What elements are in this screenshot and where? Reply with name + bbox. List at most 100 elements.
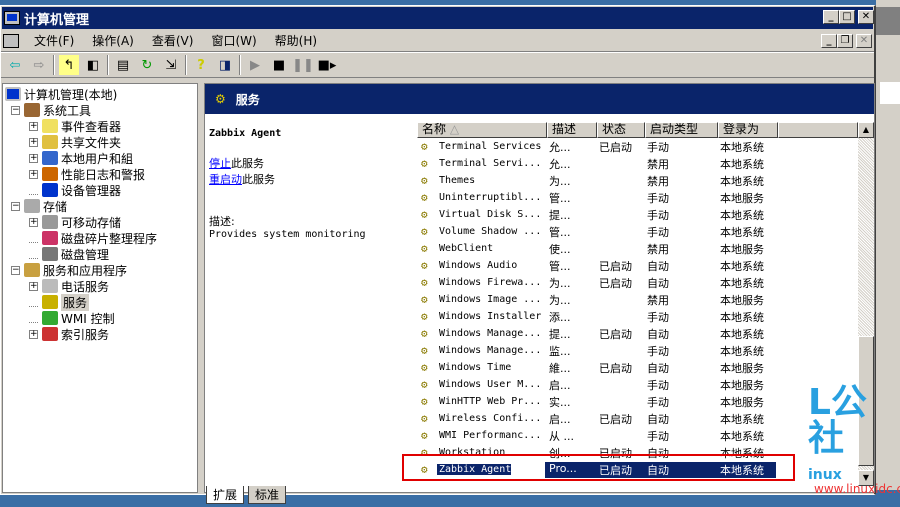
service-name-cell: ⚙ WebClient [417,242,545,255]
service-row[interactable]: ⚙ Windows Image ... 为... 禁用 本地服务 [417,291,874,308]
minimize-button[interactable]: _ [823,10,839,24]
tree-item[interactable]: + 性能日志和警报 [29,166,145,182]
tree-item[interactable]: + 事件查看器 [29,118,121,134]
tree-item[interactable]: + 索引服务 [29,326,109,342]
service-logon-as: 本地服务 [720,293,764,307]
service-row[interactable]: ⚙ Windows Time 維... 已启动 自动 本地服务 [417,359,874,376]
service-row[interactable]: ⚙ Virtual Disk S... 提... 手动 本地系统 [417,206,874,223]
service-row[interactable]: ⚙ Themes 为... 禁用 本地系统 [417,172,874,189]
service-row[interactable]: ⚙ Windows Manage... 监... 手动 本地系统 [417,342,874,359]
tree-item[interactable]: 服务 [29,293,90,311]
collapse-icon[interactable]: − [11,265,20,275]
menu-action[interactable]: 操作(A) [83,32,143,49]
close-button[interactable]: ✕ [858,10,874,24]
properties-icon[interactable]: ▤ [113,55,133,75]
service-row[interactable]: ⚙ Windows Firewa... 为... 已启动 自动 本地系统 [417,274,874,291]
service-logon-as: 本地服务 [720,242,764,256]
service-row[interactable]: ⚙ WebClient 使... 禁用 本地服务 [417,240,874,257]
tree-item[interactable]: − 服务和应用程序 [11,262,127,278]
tab-standard[interactable]: 标准 [248,486,287,504]
service-row[interactable]: ⚙ WMI Performanc... 从 ... 手动 本地系统 [417,427,874,444]
tree-item[interactable]: 磁盘管理 [29,246,109,262]
service-logon-as: 本地服务 [720,361,764,375]
service-row[interactable]: ⚙ Uninterruptibl... 管... 手动 本地服务 [417,189,874,206]
tree-item[interactable]: + 共享文件夹 [29,134,121,150]
service-row[interactable]: ⚙ Windows Installer 添... 手动 本地系统 [417,308,874,325]
child-minimize-button[interactable]: _ [821,34,837,48]
tree-root[interactable]: 计算机管理(本地) [5,86,117,102]
tree-item[interactable]: 磁盘碎片整理程序 [29,230,157,246]
collapse-icon[interactable]: − [11,105,20,115]
help-icon[interactable]: ? [191,55,211,75]
stop-service-icon[interactable]: ■ [269,55,289,75]
description-label: 描述: [209,215,235,228]
service-gear-icon: ⚙ [421,361,428,374]
forward-icon[interactable]: ⇨ [29,55,49,75]
service-row[interactable]: ⚙ Terminal Servi... 允... 禁用 本地系统 [417,155,874,172]
tree-node-icon [24,199,40,213]
tree-connector [29,234,38,243]
back-icon[interactable]: ⇦ [5,55,25,75]
expand-icon[interactable]: + [29,329,38,339]
expand-icon[interactable]: + [29,169,38,179]
scroll-up-button[interactable]: ▲ [858,122,874,138]
tree-item[interactable]: + 本地用户和組 [29,150,133,166]
refresh-icon[interactable]: ↻ [137,55,157,75]
column-status[interactable]: 状态 [597,122,645,138]
service-name: WMI Performanc... [439,430,542,441]
up-folder-icon[interactable]: ↰ [59,55,79,75]
maximize-button[interactable]: □ [839,10,855,24]
collapse-icon[interactable]: − [11,201,20,211]
service-name: Zabbix Agent [209,128,282,139]
tree-item[interactable]: WMI 控制 [29,310,115,326]
pause-service-icon[interactable]: ❚❚ [292,55,314,75]
action-pane-icon[interactable]: ◨ [215,55,235,75]
tree-item[interactable]: + 可移动存储 [29,214,121,230]
service-row[interactable]: ⚙ Terminal Services 允... 已启动 手动 本地系统 [417,138,874,155]
service-gear-icon: ⚙ [421,276,428,289]
child-close-button[interactable]: ✕ [856,34,872,48]
restart-service-link[interactable]: 重启动 [209,173,242,186]
show-tree-icon[interactable]: ◧ [83,55,103,75]
child-restore-button[interactable]: ❐ [837,34,853,48]
start-service-icon[interactable]: ▶ [245,55,265,75]
menu-file[interactable]: 文件(F) [25,32,83,49]
column-startup-type[interactable]: 启动类型 [645,122,718,138]
service-row[interactable]: ⚙ WinHTTP Web Pr... 实... 手动 本地服务 [417,393,874,410]
export-icon[interactable]: ⇲ [161,55,181,75]
expand-icon[interactable]: + [29,153,38,163]
tree-label: 事件查看器 [61,119,122,134]
details-pane: ⚙ 服务 Zabbix Agent 停止此服务 重启动此服务 描述: Provi… [204,83,875,493]
service-row[interactable]: ⚙ Windows Manage... 提... 已启动 自动 本地系统 [417,325,874,342]
tree-node-icon [42,151,58,165]
expand-icon[interactable]: + [29,217,38,227]
column-name[interactable]: 名称 △ [417,122,547,138]
service-description: 启... [549,378,571,392]
service-row[interactable]: ⚙ Wireless Confi... 启... 已启动 自动 本地系统 [417,410,874,427]
tree-item[interactable]: − 存储 [11,198,67,214]
tree-item[interactable]: + 电话服务 [29,278,109,294]
stop-service-link[interactable]: 停止 [209,157,231,170]
tree-item[interactable]: − 系统工具 [11,102,91,118]
service-startup-type: 自动 [647,361,669,375]
service-name: Terminal Servi... [439,158,542,169]
service-name: Terminal Services [439,141,542,152]
tree-label: 可移动存储 [61,215,122,230]
column-description[interactable]: 描述 [547,122,597,138]
menu-view[interactable]: 查看(V) [143,32,203,49]
restart-service-icon[interactable]: ■▸ [317,55,337,75]
service-row[interactable]: ⚙ Windows User M... 启... 手动 本地服务 [417,376,874,393]
menu-window[interactable]: 窗口(W) [202,32,265,49]
tree-item[interactable]: 设备管理器 [29,182,121,198]
column-logon-as[interactable]: 登录为 [718,122,778,138]
expand-icon[interactable]: + [29,281,38,291]
menu-help[interactable]: 帮助(H) [266,32,326,49]
service-row[interactable]: ⚙ Windows Audio 管... 已启动 自动 本地系统 [417,257,874,274]
service-row[interactable]: ⚙ Volume Shadow ... 管... 手动 本地系统 [417,223,874,240]
service-status: 已启动 [599,361,632,375]
expand-icon[interactable]: + [29,121,38,131]
service-name-cell: ⚙ Volume Shadow ... [417,225,545,238]
tab-extended[interactable]: 扩展 [206,486,245,504]
service-name-cell: ⚙ Windows Audio [417,259,545,272]
expand-icon[interactable]: + [29,137,38,147]
